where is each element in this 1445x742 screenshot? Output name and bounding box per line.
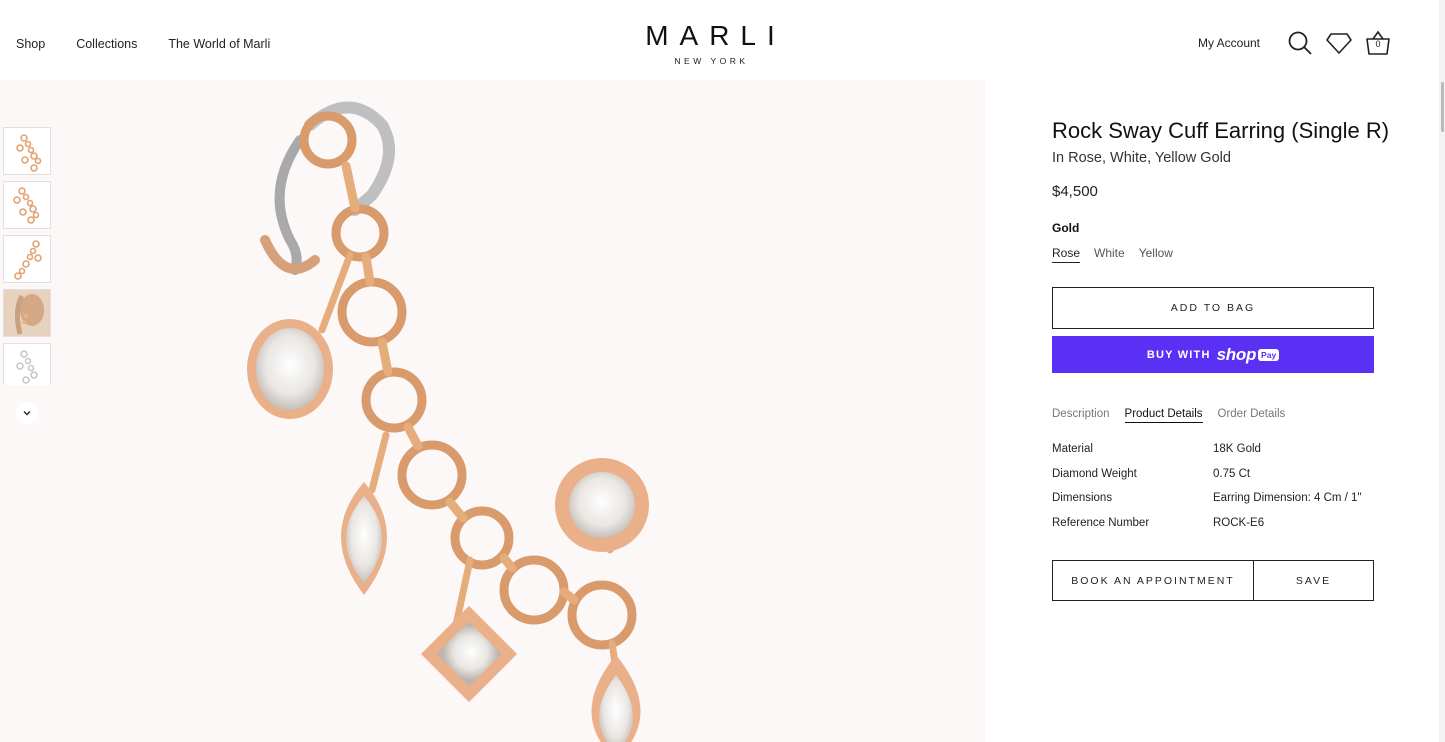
details-value: 0.75 Ct [1213, 467, 1251, 480]
nav-shop[interactable]: Shop [16, 37, 45, 51]
product-title: Rock Sway Cuff Earring (Single R) [1052, 118, 1390, 143]
nav-world-of-marli[interactable]: The World of Marli [168, 37, 270, 51]
product-info: Rock Sway Cuff Earring (Single R) In Ros… [1052, 80, 1392, 601]
scrollbar-thumb[interactable] [1441, 82, 1444, 132]
tab-order-details[interactable]: Order Details [1218, 408, 1286, 423]
variant-option-yellow[interactable]: Yellow [1139, 246, 1173, 263]
variant-option-white[interactable]: White [1094, 246, 1125, 263]
shop-pay-prefix: BUY WITH [1146, 348, 1211, 361]
product-subtitle: In Rose, White, Yellow Gold [1052, 150, 1231, 166]
main-product-image [150, 80, 850, 742]
thumbnail-scroll-button[interactable] [16, 402, 38, 424]
wishlist-diamond-icon[interactable] [1326, 30, 1352, 56]
details-label: Reference Number [1052, 516, 1150, 529]
details-row: Material 18K Gold [1052, 437, 1392, 462]
variant-label: Gold [1052, 221, 1080, 235]
header-actions: My Account 0 [1198, 30, 1391, 56]
variant-option-rose[interactable]: Rose [1052, 246, 1081, 263]
page-scrollbar[interactable] [1439, 0, 1445, 742]
thumbnail-3[interactable] [3, 235, 51, 283]
product-price: $4,500 [1052, 183, 1098, 200]
details-label: Material [1052, 443, 1093, 456]
details-label: Diamond Weight [1052, 467, 1137, 480]
shop-pay-logo: shop [1216, 344, 1257, 364]
tab-product-details[interactable]: Product Details [1124, 408, 1203, 423]
site-logo[interactable]: MARLI NEW YORK [600, 20, 820, 66]
details-value: Earring Dimension: 4 Cm / 1" [1213, 492, 1362, 505]
product-tabs: Description Product Details Order Detail… [1052, 408, 1392, 423]
product-gallery [0, 80, 985, 742]
thumbnail-2[interactable] [3, 181, 51, 229]
book-appointment-button[interactable]: BOOK AN APPOINTMENT [1052, 560, 1254, 601]
thumbnail-5[interactable] [3, 343, 51, 385]
product-details-table: Material 18K Gold Diamond Weight 0.75 Ct… [1052, 437, 1392, 535]
cart-icon[interactable]: 0 [1365, 30, 1391, 56]
logo-wordmark: MARLI [645, 20, 786, 51]
details-label: Dimensions [1052, 492, 1113, 505]
thumbnail-strip [3, 127, 52, 391]
secondary-actions: BOOK AN APPOINTMENT SAVE [1052, 560, 1392, 601]
thumbnail-1[interactable] [3, 127, 51, 175]
details-row: Dimensions Earring Dimension: 4 Cm / 1" [1052, 486, 1392, 511]
main-nav: Shop Collections The World of Marli [16, 37, 270, 51]
nav-collections[interactable]: Collections [76, 37, 137, 51]
save-button[interactable]: SAVE [1254, 560, 1374, 601]
my-account-link[interactable]: My Account [1198, 36, 1260, 50]
shop-pay-button[interactable]: BUY WITH shop Pay [1052, 336, 1374, 373]
search-icon[interactable] [1287, 30, 1313, 56]
details-value: ROCK-E6 [1213, 516, 1265, 529]
details-row: Diamond Weight 0.75 Ct [1052, 462, 1392, 487]
shop-pay-badge: Pay [1258, 348, 1280, 361]
cart-count: 0 [1375, 39, 1381, 49]
details-value: 18K Gold [1213, 443, 1261, 456]
logo-tagline: NEW YORK [674, 56, 749, 66]
tab-description[interactable]: Description [1052, 408, 1110, 423]
variant-options: Rose White Yellow [1052, 246, 1392, 263]
chevron-down-icon [23, 411, 31, 416]
add-to-bag-button[interactable]: ADD TO BAG [1052, 287, 1374, 329]
site-header: Shop Collections The World of Marli MARL… [0, 0, 1445, 80]
thumbnail-4[interactable] [3, 289, 51, 337]
details-row: Reference Number ROCK-E6 [1052, 511, 1392, 536]
